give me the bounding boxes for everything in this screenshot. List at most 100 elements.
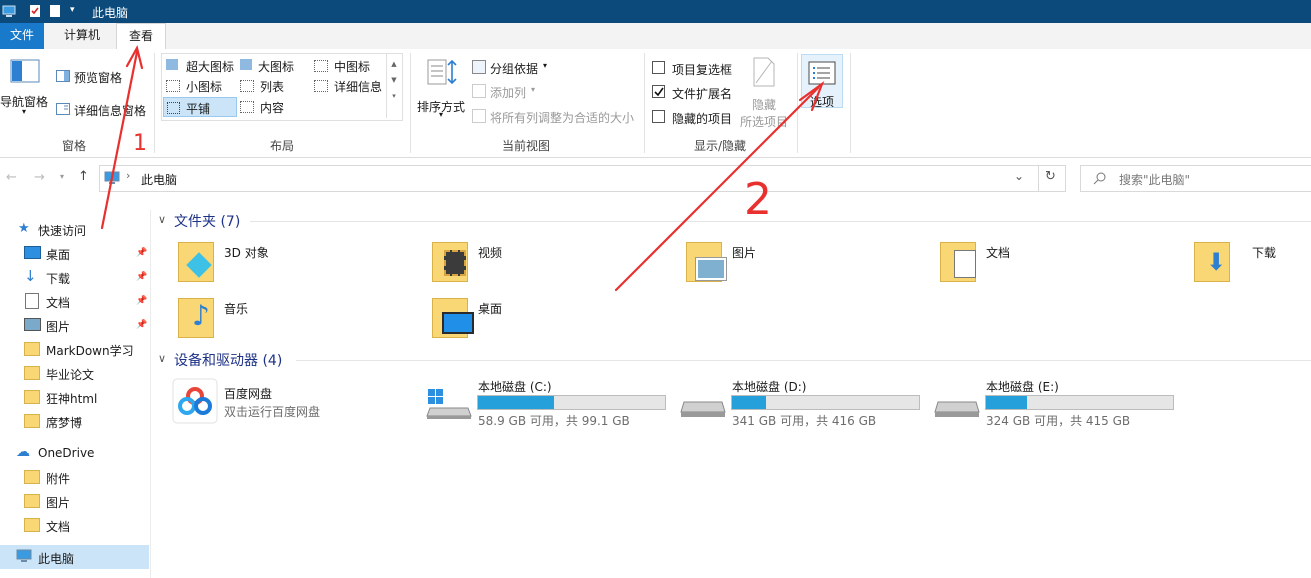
nav-this-pc[interactable]: 此电脑 bbox=[0, 545, 149, 569]
item-checkboxes-toggle[interactable]: 项目复选框 bbox=[650, 59, 740, 77]
nav-item-pictures[interactable]: 图片 📌 bbox=[0, 314, 149, 336]
details-pane-icon bbox=[56, 103, 70, 115]
film-icon bbox=[444, 250, 466, 276]
folder-music[interactable]: ♪ 音乐 bbox=[176, 294, 416, 340]
pin-icon[interactable]: 📌 bbox=[136, 248, 147, 258]
folder-pictures[interactable]: 图片 bbox=[684, 238, 924, 284]
drive-e[interactable]: 本地磁盘 (E:) 324 GB 可用，共 415 GB bbox=[932, 376, 1182, 428]
chevron-down-icon: ▾ bbox=[531, 85, 536, 94]
nav-item-markdown[interactable]: MarkDown学习 bbox=[0, 338, 149, 360]
layout-gallery-scroll[interactable]: ▲ ▼ ▾ bbox=[386, 54, 401, 118]
computer-icon bbox=[104, 171, 120, 184]
section-title-folders[interactable]: 文件夹 (7) bbox=[174, 211, 240, 231]
layout-medium-icons[interactable]: 中图标 bbox=[312, 56, 392, 74]
details-pane-label: 详细信息窗格 bbox=[74, 104, 147, 118]
tab-computer[interactable]: 计算机 bbox=[52, 23, 112, 49]
layout-content[interactable]: 内容 bbox=[238, 97, 308, 115]
layout-tiles[interactable]: 平铺 bbox=[163, 97, 237, 117]
section-title-devices[interactable]: 设备和驱动器 (4) bbox=[174, 350, 282, 370]
baidu-netdisk[interactable]: 百度网盘 双击运行百度网盘 bbox=[170, 376, 410, 428]
layout-extra-large-icons[interactable]: 超大图标 bbox=[164, 56, 236, 74]
chevron-down-icon: ▾ bbox=[22, 107, 27, 116]
folder-3d-objects[interactable]: 3D 对象 bbox=[176, 238, 416, 284]
ribbon-separator bbox=[797, 53, 798, 153]
breadcrumb-path[interactable]: 此电脑 bbox=[141, 171, 177, 188]
nav-item-thesis[interactable]: 毕业论文 bbox=[0, 362, 149, 384]
group-by-button[interactable]: 分组依据 ▾ bbox=[470, 58, 560, 76]
nav-item-documents[interactable]: 文档 📌 bbox=[0, 290, 149, 312]
collapse-devices-chevron-icon[interactable]: ∨ bbox=[158, 352, 166, 365]
nav-item-ximengbo[interactable]: 席梦博 bbox=[0, 410, 149, 432]
add-columns-button: 添加列 ▾ bbox=[470, 82, 550, 100]
hidden-items-toggle[interactable]: 隐藏的项目 bbox=[650, 108, 740, 126]
nav-item-onedrive-pictures[interactable]: 图片 bbox=[0, 490, 149, 512]
drive-d[interactable]: 本地磁盘 (D:) 341 GB 可用，共 416 GB bbox=[678, 376, 928, 428]
customize-quick-access-icon[interactable]: ▾ bbox=[70, 5, 75, 15]
nav-item-attachments[interactable]: 附件 bbox=[0, 466, 149, 488]
recent-locations-chevron-icon[interactable]: ▾ bbox=[60, 172, 64, 181]
folder-desktop[interactable]: 桌面 bbox=[430, 294, 670, 340]
music-note-icon: ♪ bbox=[192, 299, 210, 332]
sort-by-button[interactable]: 排序方式 ▾ bbox=[414, 53, 468, 133]
layout-list[interactable]: 列表 bbox=[238, 76, 308, 94]
details-pane-button[interactable]: 详细信息窗格 bbox=[54, 100, 150, 120]
forward-arrow-icon[interactable]: → bbox=[34, 170, 45, 185]
pin-icon[interactable]: 📌 bbox=[136, 320, 147, 330]
back-arrow-icon[interactable]: ← bbox=[6, 170, 17, 185]
item-checkboxes-checkbox[interactable] bbox=[652, 61, 665, 74]
folder-downloads[interactable]: ⬇ 下载 bbox=[1192, 238, 1311, 284]
document-icon bbox=[954, 250, 976, 278]
folder-icon bbox=[24, 518, 40, 532]
group-by-icon bbox=[472, 60, 486, 74]
group-label-panes: 窗格 bbox=[62, 139, 87, 153]
drive-c[interactable]: 本地磁盘 (C:) 58.9 GB 可用，共 99.1 GB bbox=[424, 376, 674, 428]
refresh-icon: ↻ bbox=[1045, 169, 1056, 184]
layout-details[interactable]: 详细信息 bbox=[312, 76, 392, 94]
folder-videos[interactable]: 视频 bbox=[430, 238, 670, 284]
download-arrow-icon: ↓ bbox=[24, 267, 37, 285]
up-arrow-icon[interactable]: ↑ bbox=[78, 169, 89, 184]
document-icon bbox=[25, 293, 39, 309]
tab-file[interactable]: 文件 bbox=[0, 23, 44, 49]
preview-pane-button[interactable]: 预览窗格 bbox=[54, 67, 124, 87]
refresh-button[interactable]: ↻ bbox=[1037, 165, 1066, 192]
tab-view[interactable]: 查看 bbox=[116, 23, 166, 50]
search-box[interactable]: 搜索"此电脑" bbox=[1080, 165, 1311, 192]
address-bar[interactable]: › 此电脑 ⌄ bbox=[99, 165, 1039, 192]
nav-item-kuangshen-html[interactable]: 狂神html bbox=[0, 386, 149, 408]
nav-quick-access[interactable]: ★ 快速访问 bbox=[0, 218, 149, 240]
layout-large-icons[interactable]: 大图标 bbox=[238, 56, 308, 74]
breadcrumb-chevron-icon[interactable]: › bbox=[126, 169, 130, 182]
collapse-folders-chevron-icon[interactable]: ∨ bbox=[158, 213, 166, 226]
hidden-items-checkbox[interactable] bbox=[652, 110, 665, 123]
options-icon bbox=[808, 61, 836, 85]
check-icon bbox=[654, 87, 664, 97]
nav-item-onedrive-documents[interactable]: 文档 bbox=[0, 514, 149, 536]
file-extensions-toggle[interactable]: 文件扩展名 bbox=[650, 83, 740, 101]
ribbon-separator bbox=[644, 53, 645, 153]
preview-pane-label: 预览窗格 bbox=[74, 71, 123, 85]
chevron-down-icon: ▾ bbox=[439, 110, 444, 119]
properties-icon[interactable] bbox=[28, 4, 42, 18]
new-folder-icon[interactable] bbox=[48, 4, 62, 18]
search-icon bbox=[1093, 172, 1106, 185]
nav-item-desktop[interactable]: 桌面 📌 bbox=[0, 242, 149, 264]
folder-documents[interactable]: 文档 bbox=[938, 238, 1178, 284]
pin-icon[interactable]: 📌 bbox=[136, 296, 147, 306]
baidu-netdisk-icon bbox=[172, 378, 218, 424]
pin-icon[interactable]: 📌 bbox=[136, 272, 147, 282]
address-dropdown-chevron-icon[interactable]: ⌄ bbox=[1014, 169, 1024, 183]
nav-item-downloads[interactable]: ↓ 下载 📌 bbox=[0, 266, 149, 288]
cloud-icon: ☁ bbox=[16, 444, 30, 460]
navigation-pane-button[interactable]: 导航窗格 ▾ bbox=[0, 53, 50, 133]
ribbon-separator bbox=[850, 53, 851, 153]
options-button[interactable]: 选项 bbox=[801, 54, 843, 109]
nav-onedrive[interactable]: ☁ OneDrive bbox=[0, 442, 149, 464]
star-icon: ★ bbox=[18, 221, 30, 236]
navigation-pane-icon bbox=[10, 59, 40, 83]
hide-selected-icon bbox=[753, 57, 775, 87]
layout-small-icons[interactable]: 小图标 bbox=[164, 76, 236, 94]
group-label-show-hide: 显示/隐藏 bbox=[694, 139, 747, 153]
drive-usage-bar bbox=[731, 395, 920, 410]
options-label: 选项 bbox=[810, 95, 835, 109]
